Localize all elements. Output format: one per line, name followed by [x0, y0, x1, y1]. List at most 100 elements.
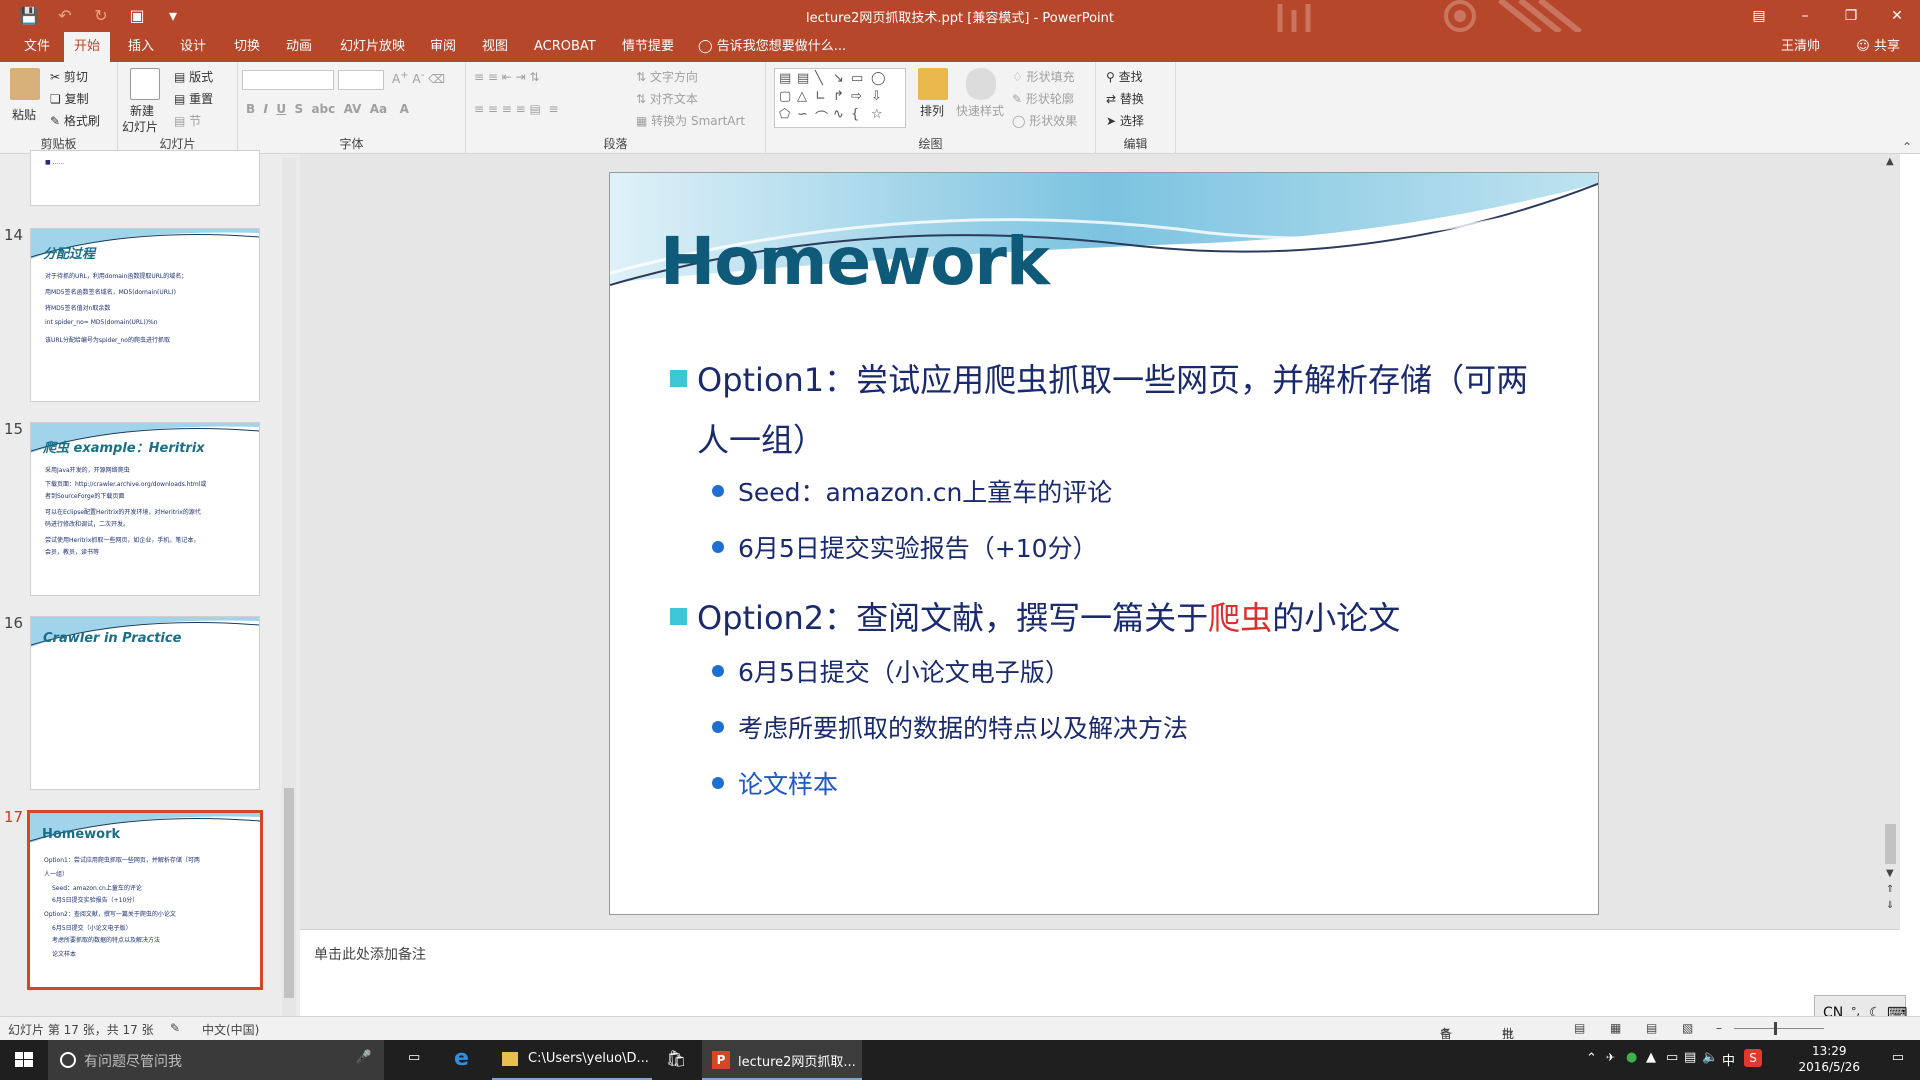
- sub-bullet-sample-link[interactable]: 论文样本: [712, 765, 838, 801]
- task-view-button[interactable]: ▭: [398, 1040, 438, 1080]
- volume-icon[interactable]: 🔈: [1702, 1050, 1718, 1065]
- store-taskbar-button[interactable]: 🛍: [656, 1040, 696, 1080]
- thumbnail-16[interactable]: Crawler in Practice: [30, 616, 260, 790]
- format-painter-button[interactable]: ✎ 格式刷: [50, 112, 100, 129]
- bullet-option2[interactable]: Option2：查阅文献，撰写一篇关于爬虫的小论文: [670, 593, 1400, 639]
- input-method-icon[interactable]: ✈: [1606, 1051, 1615, 1064]
- start-button[interactable]: [0, 1040, 48, 1080]
- replace-button[interactable]: ⇄ 替换: [1106, 90, 1144, 107]
- scroll-up-icon[interactable]: ▲: [1886, 156, 1894, 167]
- tab-design[interactable]: 设计: [170, 32, 216, 62]
- shape-textbox-icon[interactable]: ▤: [779, 71, 791, 86]
- action-center-icon[interactable]: ▭: [1892, 1050, 1904, 1065]
- ime-indicator[interactable]: 中: [1722, 1050, 1735, 1069]
- shape-oval-icon[interactable]: ◯: [871, 71, 886, 86]
- sogou-icon[interactable]: S: [1744, 1049, 1762, 1067]
- thumbnail-15[interactable]: 爬虫 example：Heritrix 采用Java开发的，开源网络爬虫 下载页…: [30, 422, 260, 596]
- shapes-gallery[interactable]: ▤ ▤ ╲ ↘ ▭ ◯ ▢ △ ∟ ↱ ⇨ ⇩ ⬠ ∽ ⌒ ∿ { ☆: [774, 68, 906, 128]
- slideshow-view-icon[interactable]: ▧: [1682, 1021, 1693, 1035]
- share-button[interactable]: ☺ 共享: [1856, 32, 1900, 62]
- shape-elbow-icon[interactable]: ↱: [833, 89, 844, 104]
- text-direction-button[interactable]: ⇅ 文字方向: [636, 68, 698, 85]
- layout-button[interactable]: ▤ 版式: [174, 68, 213, 85]
- ribbon-display-options-icon[interactable]: ▤: [1736, 0, 1782, 32]
- shape-rectangle-icon[interactable]: ▭: [851, 71, 863, 86]
- list-buttons[interactable]: ≡ ≡ ⇤ ⇥ ⇅: [474, 70, 540, 84]
- tab-transitions[interactable]: 切换: [224, 32, 270, 62]
- shape-line-icon[interactable]: ╲: [815, 71, 823, 86]
- notes-pane[interactable]: 单击此处添加备注: [300, 929, 1900, 1016]
- tab-acrobat[interactable]: ACROBAT: [524, 32, 606, 62]
- sub-bullet-deadline1[interactable]: 6月5日提交实验报告（+10分）: [712, 529, 1098, 565]
- tab-file[interactable]: 文件: [14, 32, 60, 62]
- minimize-button[interactable]: –: [1782, 0, 1828, 32]
- quick-styles-button[interactable]: 快速样式: [956, 102, 1004, 119]
- sub-bullet-deadline2[interactable]: 6月5日提交（小论文电子版）: [712, 653, 1070, 689]
- tab-review[interactable]: 审阅: [420, 32, 466, 62]
- shape-triangle-icon[interactable]: △: [797, 89, 807, 104]
- shape-vtextbox-icon[interactable]: ▤: [797, 71, 809, 86]
- shape-wave-icon[interactable]: ∿: [833, 107, 844, 122]
- cortana-search-box[interactable]: 有问题尽管问我 🎤: [48, 1040, 384, 1080]
- shape-effects-button[interactable]: ◯ 形状效果: [1012, 112, 1077, 129]
- shape-arc-icon[interactable]: ⌒: [815, 107, 828, 126]
- next-slide-icon[interactable]: ⇓: [1886, 900, 1894, 911]
- shape-connector-icon[interactable]: ∟: [815, 89, 826, 104]
- shape-rounded-rect-icon[interactable]: ▢: [779, 89, 791, 104]
- previous-slide-icon[interactable]: ⇑: [1886, 884, 1894, 895]
- reading-view-icon[interactable]: ▤: [1646, 1021, 1657, 1035]
- shape-down-arrow-icon[interactable]: ⇩: [871, 89, 882, 104]
- copy-button[interactable]: ❏ 复制: [50, 90, 89, 107]
- slide-title[interactable]: Homework: [660, 223, 1050, 300]
- shape-brace-left-icon[interactable]: {: [851, 107, 859, 122]
- new-slide-label[interactable]: 新建: [130, 102, 154, 119]
- language-indicator[interactable]: 中文(中国): [202, 1021, 259, 1038]
- clock[interactable]: 13:29 2016/5/26: [1798, 1043, 1860, 1075]
- smartart-button[interactable]: ▦ 转换为 SmartArt: [636, 112, 745, 129]
- normal-view-icon[interactable]: ▤: [1574, 1021, 1585, 1035]
- shape-outline-button[interactable]: ✎ 形状轮廓: [1012, 90, 1074, 107]
- font-size-controls[interactable]: A+ A- ⌫: [392, 70, 445, 86]
- shape-star-icon[interactable]: ☆: [871, 107, 883, 122]
- user-name[interactable]: 王清帅: [1781, 32, 1820, 62]
- wechat-icon[interactable]: ●: [1626, 1050, 1637, 1065]
- shape-fill-button[interactable]: ♢ 形状填充: [1012, 68, 1075, 85]
- shape-arrow-icon[interactable]: ↘: [833, 71, 844, 86]
- tab-home[interactable]: 开始: [64, 32, 111, 62]
- tell-me-search[interactable]: ◯ 告诉我您想要做什么...: [698, 32, 846, 62]
- quick-styles-icon[interactable]: [966, 68, 996, 100]
- tab-view[interactable]: 视图: [472, 32, 518, 62]
- network-icon[interactable]: ▤: [1684, 1050, 1696, 1065]
- powerpoint-taskbar-button[interactable]: P lecture2网页抓取...: [702, 1040, 862, 1080]
- select-button[interactable]: ➤ 选择: [1106, 112, 1144, 129]
- shape-right-arrow-icon[interactable]: ⇨: [851, 89, 862, 104]
- shape-pentagon-icon[interactable]: ⬠: [779, 107, 790, 122]
- spellcheck-icon[interactable]: ✎: [170, 1021, 180, 1035]
- cut-button[interactable]: ✂ 剪切: [50, 68, 88, 85]
- slide-canvas[interactable]: Homework Option1：尝试应用爬虫抓取一些网页，并解析存储（可两 人…: [609, 172, 1599, 915]
- align-buttons[interactable]: ≡ ≡ ≡ ≡ ▤ ≡: [474, 102, 559, 116]
- scrollbar-thumb[interactable]: [1885, 824, 1896, 864]
- zoom-slider[interactable]: [1734, 1028, 1824, 1029]
- sub-bullet-seed[interactable]: Seed：amazon.cn上童车的评论: [712, 473, 1112, 509]
- tab-slideshow[interactable]: 幻灯片放映: [330, 32, 415, 62]
- thumbnail-17-selected[interactable]: Homework Option1：尝试应用爬虫抓取一些网页，并解析存储（可两 人…: [27, 810, 263, 990]
- find-button[interactable]: ⚲ 查找: [1106, 68, 1143, 85]
- thumbnail-14[interactable]: 分配过程 对于待抓的URL，利用domain函数提取URL的域名； 用MD5签名…: [30, 228, 260, 402]
- battery-icon[interactable]: ▭: [1666, 1050, 1678, 1065]
- zoom-out-icon[interactable]: –: [1716, 1021, 1722, 1035]
- microphone-icon[interactable]: 🎤: [356, 1050, 372, 1065]
- explorer-taskbar-button[interactable]: C:\Users\yeluo\D...: [492, 1040, 652, 1080]
- paste-button[interactable]: 粘贴: [12, 106, 36, 123]
- thumbnail-scrollbar[interactable]: [282, 158, 296, 1016]
- slide-scrollbar[interactable]: ▲ ▼ ⇑ ⇓: [1882, 154, 1900, 929]
- bullet-option1-continued[interactable]: 人一组）: [697, 415, 825, 461]
- tab-insert[interactable]: 插入: [118, 32, 164, 62]
- scroll-down-icon[interactable]: ▼: [1886, 868, 1894, 879]
- font-name-combo[interactable]: [242, 70, 334, 90]
- new-slide-label-2[interactable]: 幻灯片: [122, 118, 158, 135]
- restore-button[interactable]: ❐: [1828, 0, 1874, 32]
- arrange-icon[interactable]: [918, 68, 948, 100]
- tab-storyboard[interactable]: 情节提要: [612, 32, 684, 62]
- notes-placeholder[interactable]: 单击此处添加备注: [314, 944, 426, 964]
